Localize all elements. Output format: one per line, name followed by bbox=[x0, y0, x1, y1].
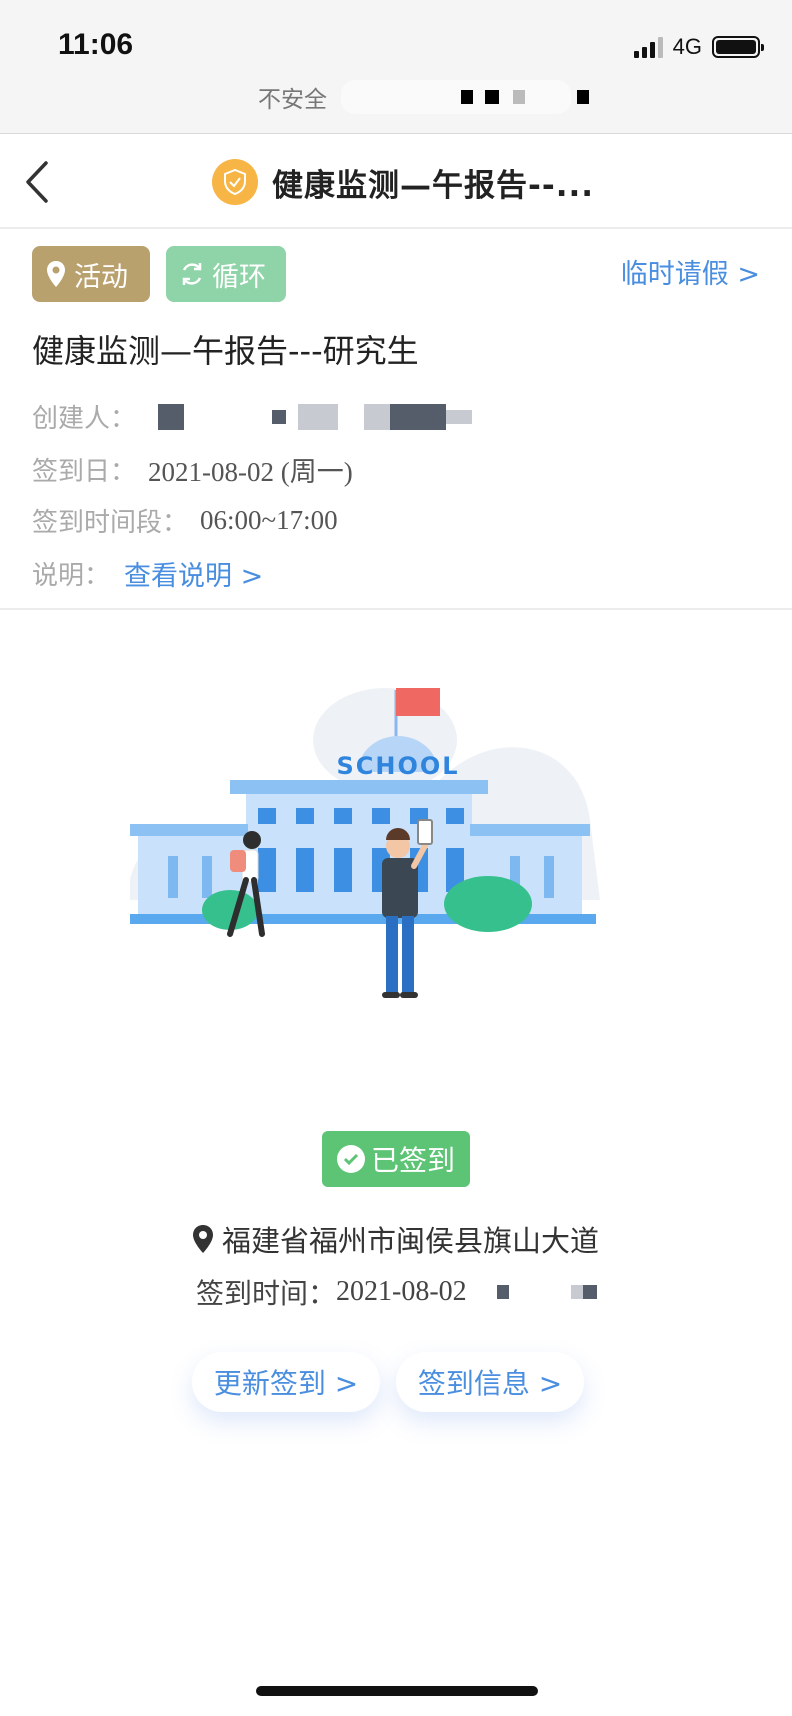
activity-tag-label: 活动 bbox=[74, 261, 128, 293]
status-indicators: 4G bbox=[633, 34, 764, 60]
temporary-leave-link[interactable]: 临时请假 > bbox=[621, 252, 760, 291]
insecure-label: 不安全 bbox=[258, 87, 327, 113]
task-info-section: 活动 循环 临时请假 > 健康监测—午报告---研究生 创建人： 签到日： 20… bbox=[0, 230, 792, 610]
description-row: 说明： 查看说明 > bbox=[32, 554, 263, 593]
check-circle-icon bbox=[336, 1145, 365, 1173]
nav-title-group: 健康监测—午报告--... bbox=[212, 159, 594, 205]
url-redacted bbox=[341, 80, 589, 114]
network-label: 4G bbox=[672, 34, 702, 59]
school-sign-text: SCHOOL bbox=[336, 752, 459, 780]
update-checkin-button[interactable]: 更新签到 > bbox=[192, 1352, 380, 1412]
date-row: 签到日： 2021-08-02 (周一) bbox=[32, 450, 353, 489]
task-title: 健康监测—午报告---研究生 bbox=[32, 332, 419, 370]
date-label: 签到日： bbox=[32, 457, 137, 487]
creator-label: 创建人： bbox=[32, 404, 137, 434]
status-time: 11:06 bbox=[58, 28, 134, 61]
refresh-icon bbox=[182, 263, 202, 285]
page-title: 健康监测—午报告--... bbox=[272, 167, 595, 204]
loop-tag-label: 循环 bbox=[212, 261, 266, 293]
location-pin-icon bbox=[47, 261, 65, 287]
signed-in-badge: 已签到 bbox=[322, 1131, 470, 1187]
period-row: 签到时间段： 06:00~17:00 bbox=[32, 502, 338, 539]
shield-icon bbox=[212, 159, 258, 205]
view-description-link[interactable]: 查看说明 > bbox=[124, 554, 263, 593]
location-pin-icon bbox=[193, 1225, 213, 1253]
signal-icon bbox=[633, 36, 663, 58]
location-text: 福建省福州市闽侯县旗山大道 bbox=[222, 1224, 600, 1258]
battery-icon bbox=[712, 36, 764, 58]
url-bar[interactable]: 不安全 bbox=[258, 80, 589, 114]
checkin-time-row: 签到时间： 2021-08-02 bbox=[196, 1272, 597, 1312]
checkin-location: 福建省福州市闽侯县旗山大道 bbox=[192, 1218, 599, 1260]
browser-top-area: 11:06 4G 不安全 bbox=[0, 0, 792, 134]
creator-redacted bbox=[158, 403, 473, 430]
signed-in-label: 已签到 bbox=[370, 1144, 455, 1177]
checkin-info-button[interactable]: 签到信息 > bbox=[396, 1352, 584, 1412]
home-indicator[interactable] bbox=[256, 1686, 538, 1696]
period-value: 06:00~17:00 bbox=[200, 505, 338, 535]
checkin-time-redacted bbox=[496, 1285, 597, 1299]
back-icon[interactable] bbox=[20, 159, 60, 205]
creator-row: 创建人： bbox=[32, 398, 473, 435]
checkin-time-value: 2021-08-02 bbox=[336, 1276, 467, 1307]
description-label: 说明： bbox=[32, 561, 111, 591]
nav-bar: 健康监测—午报告--... bbox=[0, 135, 792, 229]
checkin-time-label: 签到时间： bbox=[196, 1277, 337, 1310]
activity-tag: 活动 bbox=[32, 246, 150, 302]
date-value: 2021-08-02 (周一) bbox=[148, 457, 353, 487]
loop-tag: 循环 bbox=[166, 246, 286, 302]
period-label: 签到时间段： bbox=[32, 508, 189, 538]
school-illustration: SCHOOL bbox=[130, 688, 600, 998]
